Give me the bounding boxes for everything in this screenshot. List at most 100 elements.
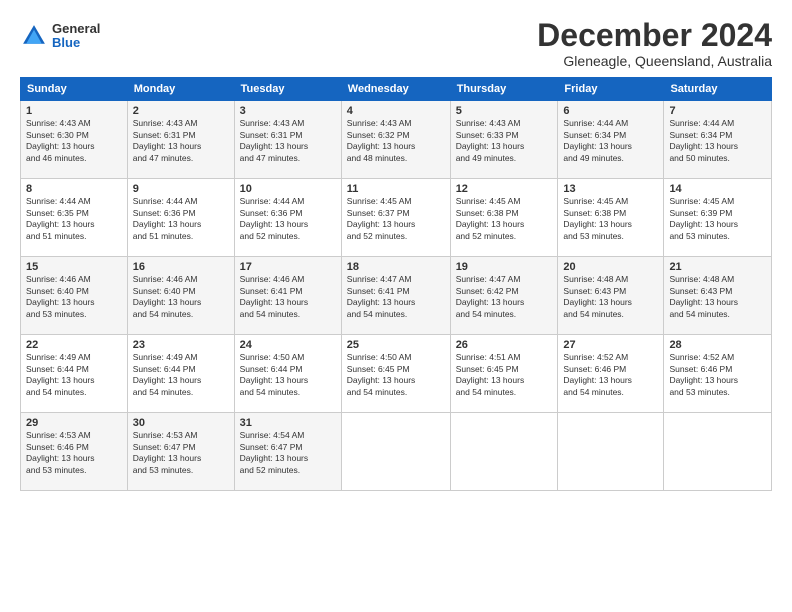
day-number: 28	[669, 339, 766, 351]
day-number: 8	[26, 183, 122, 195]
title-block: December 2024 Gleneagle, Queensland, Aus…	[537, 18, 772, 69]
table-cell: 6 Sunrise: 4:44 AMSunset: 6:34 PMDayligh…	[558, 101, 664, 179]
table-cell: 28 Sunrise: 4:52 AMSunset: 6:46 PMDaylig…	[664, 335, 772, 413]
table-cell: 19 Sunrise: 4:47 AMSunset: 6:42 PMDaylig…	[450, 257, 558, 335]
day-info: Sunrise: 4:44 AMSunset: 6:34 PMDaylight:…	[563, 118, 658, 164]
table-cell: 9 Sunrise: 4:44 AMSunset: 6:36 PMDayligh…	[127, 179, 234, 257]
calendar-week-row: 1 Sunrise: 4:43 AMSunset: 6:30 PMDayligh…	[21, 101, 772, 179]
table-cell: 13 Sunrise: 4:45 AMSunset: 6:38 PMDaylig…	[558, 179, 664, 257]
day-number: 26	[456, 339, 553, 351]
day-number: 14	[669, 183, 766, 195]
logo: General Blue	[20, 22, 100, 51]
main-title: December 2024	[537, 18, 772, 53]
table-cell: 2 Sunrise: 4:43 AMSunset: 6:31 PMDayligh…	[127, 101, 234, 179]
table-cell: 17 Sunrise: 4:46 AMSunset: 6:41 PMDaylig…	[234, 257, 341, 335]
day-number: 22	[26, 339, 122, 351]
day-info: Sunrise: 4:44 AMSunset: 6:36 PMDaylight:…	[240, 196, 336, 242]
table-cell: 15 Sunrise: 4:46 AMSunset: 6:40 PMDaylig…	[21, 257, 128, 335]
calendar-week-row: 8 Sunrise: 4:44 AMSunset: 6:35 PMDayligh…	[21, 179, 772, 257]
table-cell: 21 Sunrise: 4:48 AMSunset: 6:43 PMDaylig…	[664, 257, 772, 335]
day-number: 27	[563, 339, 658, 351]
day-info: Sunrise: 4:44 AMSunset: 6:35 PMDaylight:…	[26, 196, 122, 242]
day-info: Sunrise: 4:47 AMSunset: 6:42 PMDaylight:…	[456, 274, 553, 320]
table-cell: 16 Sunrise: 4:46 AMSunset: 6:40 PMDaylig…	[127, 257, 234, 335]
day-info: Sunrise: 4:46 AMSunset: 6:40 PMDaylight:…	[133, 274, 229, 320]
day-number: 1	[26, 105, 122, 117]
day-info: Sunrise: 4:43 AMSunset: 6:31 PMDaylight:…	[240, 118, 336, 164]
col-thursday: Thursday	[450, 78, 558, 101]
table-cell: 30 Sunrise: 4:53 AMSunset: 6:47 PMDaylig…	[127, 413, 234, 491]
table-cell: 5 Sunrise: 4:43 AMSunset: 6:33 PMDayligh…	[450, 101, 558, 179]
day-info: Sunrise: 4:45 AMSunset: 6:38 PMDaylight:…	[563, 196, 658, 242]
table-cell: 20 Sunrise: 4:48 AMSunset: 6:43 PMDaylig…	[558, 257, 664, 335]
day-number: 31	[240, 417, 336, 429]
table-cell: 22 Sunrise: 4:49 AMSunset: 6:44 PMDaylig…	[21, 335, 128, 413]
day-info: Sunrise: 4:46 AMSunset: 6:41 PMDaylight:…	[240, 274, 336, 320]
day-info: Sunrise: 4:53 AMSunset: 6:47 PMDaylight:…	[133, 430, 229, 476]
table-cell: 25 Sunrise: 4:50 AMSunset: 6:45 PMDaylig…	[341, 335, 450, 413]
day-info: Sunrise: 4:43 AMSunset: 6:32 PMDaylight:…	[347, 118, 445, 164]
day-number: 17	[240, 261, 336, 273]
table-cell	[558, 413, 664, 491]
table-cell: 24 Sunrise: 4:50 AMSunset: 6:44 PMDaylig…	[234, 335, 341, 413]
table-cell: 1 Sunrise: 4:43 AMSunset: 6:30 PMDayligh…	[21, 101, 128, 179]
table-cell: 4 Sunrise: 4:43 AMSunset: 6:32 PMDayligh…	[341, 101, 450, 179]
day-info: Sunrise: 4:45 AMSunset: 6:38 PMDaylight:…	[456, 196, 553, 242]
day-info: Sunrise: 4:52 AMSunset: 6:46 PMDaylight:…	[669, 352, 766, 398]
day-number: 11	[347, 183, 445, 195]
day-info: Sunrise: 4:52 AMSunset: 6:46 PMDaylight:…	[563, 352, 658, 398]
day-info: Sunrise: 4:44 AMSunset: 6:34 PMDaylight:…	[669, 118, 766, 164]
table-cell: 14 Sunrise: 4:45 AMSunset: 6:39 PMDaylig…	[664, 179, 772, 257]
calendar-header-row: Sunday Monday Tuesday Wednesday Thursday…	[21, 78, 772, 101]
day-number: 24	[240, 339, 336, 351]
day-info: Sunrise: 4:51 AMSunset: 6:45 PMDaylight:…	[456, 352, 553, 398]
subtitle: Gleneagle, Queensland, Australia	[537, 53, 772, 69]
table-cell: 12 Sunrise: 4:45 AMSunset: 6:38 PMDaylig…	[450, 179, 558, 257]
header: General Blue December 2024 Gleneagle, Qu…	[20, 18, 772, 69]
day-number: 12	[456, 183, 553, 195]
day-info: Sunrise: 4:54 AMSunset: 6:47 PMDaylight:…	[240, 430, 336, 476]
col-sunday: Sunday	[21, 78, 128, 101]
col-saturday: Saturday	[664, 78, 772, 101]
day-number: 23	[133, 339, 229, 351]
day-number: 18	[347, 261, 445, 273]
table-cell: 31 Sunrise: 4:54 AMSunset: 6:47 PMDaylig…	[234, 413, 341, 491]
day-number: 4	[347, 105, 445, 117]
day-info: Sunrise: 4:44 AMSunset: 6:36 PMDaylight:…	[133, 196, 229, 242]
table-cell: 8 Sunrise: 4:44 AMSunset: 6:35 PMDayligh…	[21, 179, 128, 257]
logo-general-text: General	[52, 22, 100, 36]
day-info: Sunrise: 4:46 AMSunset: 6:40 PMDaylight:…	[26, 274, 122, 320]
table-cell: 7 Sunrise: 4:44 AMSunset: 6:34 PMDayligh…	[664, 101, 772, 179]
table-cell	[341, 413, 450, 491]
day-info: Sunrise: 4:48 AMSunset: 6:43 PMDaylight:…	[563, 274, 658, 320]
day-info: Sunrise: 4:45 AMSunset: 6:37 PMDaylight:…	[347, 196, 445, 242]
day-number: 29	[26, 417, 122, 429]
day-number: 21	[669, 261, 766, 273]
day-info: Sunrise: 4:47 AMSunset: 6:41 PMDaylight:…	[347, 274, 445, 320]
page: General Blue December 2024 Gleneagle, Qu…	[0, 0, 792, 612]
day-number: 19	[456, 261, 553, 273]
col-wednesday: Wednesday	[341, 78, 450, 101]
col-tuesday: Tuesday	[234, 78, 341, 101]
day-number: 13	[563, 183, 658, 195]
table-cell: 3 Sunrise: 4:43 AMSunset: 6:31 PMDayligh…	[234, 101, 341, 179]
day-number: 15	[26, 261, 122, 273]
day-number: 5	[456, 105, 553, 117]
calendar-table: Sunday Monday Tuesday Wednesday Thursday…	[20, 77, 772, 491]
day-info: Sunrise: 4:50 AMSunset: 6:45 PMDaylight:…	[347, 352, 445, 398]
day-info: Sunrise: 4:43 AMSunset: 6:33 PMDaylight:…	[456, 118, 553, 164]
day-info: Sunrise: 4:43 AMSunset: 6:31 PMDaylight:…	[133, 118, 229, 164]
day-info: Sunrise: 4:53 AMSunset: 6:46 PMDaylight:…	[26, 430, 122, 476]
day-number: 9	[133, 183, 229, 195]
table-cell: 26 Sunrise: 4:51 AMSunset: 6:45 PMDaylig…	[450, 335, 558, 413]
day-number: 10	[240, 183, 336, 195]
calendar-week-row: 15 Sunrise: 4:46 AMSunset: 6:40 PMDaylig…	[21, 257, 772, 335]
calendar-week-row: 22 Sunrise: 4:49 AMSunset: 6:44 PMDaylig…	[21, 335, 772, 413]
col-friday: Friday	[558, 78, 664, 101]
table-cell: 18 Sunrise: 4:47 AMSunset: 6:41 PMDaylig…	[341, 257, 450, 335]
day-number: 20	[563, 261, 658, 273]
day-number: 7	[669, 105, 766, 117]
day-info: Sunrise: 4:50 AMSunset: 6:44 PMDaylight:…	[240, 352, 336, 398]
day-info: Sunrise: 4:49 AMSunset: 6:44 PMDaylight:…	[133, 352, 229, 398]
col-monday: Monday	[127, 78, 234, 101]
